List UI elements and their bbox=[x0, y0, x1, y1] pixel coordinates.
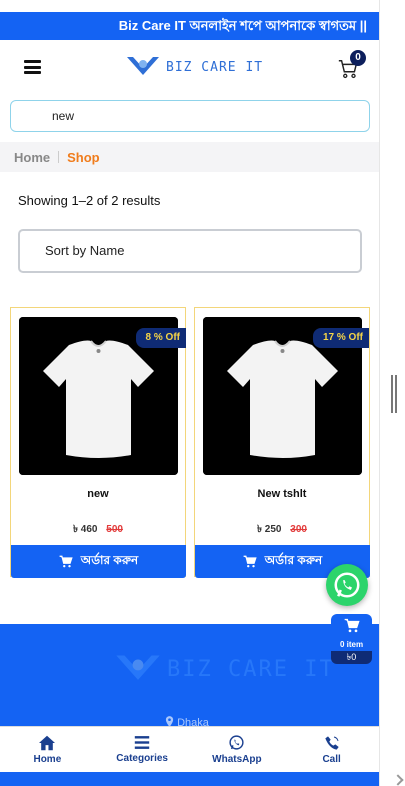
footer: BIZ CARE IT Dhaka bbox=[0, 624, 379, 734]
sort-select[interactable]: Sort by Name bbox=[18, 229, 362, 273]
menu-icon[interactable] bbox=[24, 60, 41, 74]
home-icon bbox=[39, 735, 56, 750]
discount-badge: 17 % Off bbox=[312, 328, 369, 348]
whatsapp-float-button[interactable] bbox=[326, 564, 368, 606]
viewport-divider bbox=[379, 0, 380, 786]
floating-cart-button[interactable]: 0 item ৳0 bbox=[331, 614, 372, 664]
cart-icon bbox=[344, 618, 360, 633]
welcome-marquee: Biz Care IT অনলাইন শপে আপনাকে স্বাগতম || bbox=[0, 12, 379, 40]
whatsapp-icon bbox=[229, 735, 244, 750]
product-price: ৳ 250 300 bbox=[195, 522, 369, 539]
product-name[interactable]: new bbox=[11, 488, 185, 500]
order-button[interactable]: অর্ডার করুন bbox=[11, 545, 186, 578]
nav-call-label: Call bbox=[322, 753, 341, 765]
nav-home-label: Home bbox=[33, 753, 62, 765]
logo-mark-icon bbox=[127, 57, 159, 75]
mini-cart-items: 0 item bbox=[339, 640, 364, 649]
nav-home[interactable]: Home bbox=[0, 727, 95, 772]
results-count: Showing 1–2 of 2 results bbox=[18, 193, 161, 208]
current-price: ৳ 250 bbox=[257, 524, 282, 535]
footer-strip bbox=[0, 772, 379, 786]
search-input[interactable] bbox=[10, 100, 370, 132]
logo[interactable]: BIZ CARE IT bbox=[126, 52, 263, 82]
page: Biz Care IT অনলাইন শপে আপনাকে স্বাগতম ||… bbox=[0, 0, 405, 786]
order-button-label: অর্ডার করুন bbox=[264, 552, 323, 567]
breadcrumb-separator bbox=[58, 151, 60, 163]
logo-text: BIZ CARE IT bbox=[166, 59, 264, 75]
logo-mark-icon bbox=[116, 655, 160, 680]
order-button-label: অর্ডার করুন bbox=[80, 552, 139, 567]
discount-badge: 8 % Off bbox=[135, 328, 186, 348]
nav-categories[interactable]: Categories bbox=[95, 727, 190, 772]
old-price: 500 bbox=[106, 524, 123, 535]
nav-call[interactable]: Call bbox=[284, 727, 379, 772]
product-card[interactable]: 17 % Off New tshlt ৳ 250 300 অর্ডার করুন bbox=[194, 307, 370, 578]
current-price: ৳ 460 bbox=[73, 524, 98, 535]
breadcrumb-current: Shop bbox=[67, 149, 100, 165]
product-price: ৳ 460 500 bbox=[11, 522, 185, 539]
breadcrumb-home[interactable]: Home bbox=[14, 150, 50, 165]
product-name[interactable]: New tshlt bbox=[195, 488, 369, 500]
breadcrumb: Home Shop bbox=[0, 142, 379, 172]
list-icon bbox=[134, 736, 150, 749]
whatsapp-icon bbox=[334, 572, 360, 598]
phone-icon bbox=[324, 735, 339, 750]
cart-count-badge: 0 bbox=[350, 50, 366, 66]
cart-icon bbox=[243, 555, 257, 568]
mini-cart-total: ৳0 bbox=[331, 651, 372, 664]
cart-icon bbox=[59, 555, 73, 568]
header: BIZ CARE IT 0 bbox=[0, 40, 379, 96]
old-price: 300 bbox=[290, 524, 307, 535]
footer-logo-text: BIZ CARE IT bbox=[167, 656, 335, 682]
nav-categories-label: Categories bbox=[116, 753, 168, 764]
product-card[interactable]: 8 % Off new ৳ 460 500 অর্ডার করুন bbox=[10, 307, 186, 578]
nav-whatsapp-label: WhatsApp bbox=[212, 754, 262, 765]
resize-corner-icon[interactable] bbox=[392, 774, 404, 786]
bottom-nav: Home Categories WhatsApp Call bbox=[0, 726, 379, 772]
resize-handle[interactable] bbox=[391, 375, 397, 413]
footer-logo: BIZ CARE IT bbox=[115, 652, 335, 686]
nav-whatsapp[interactable]: WhatsApp bbox=[190, 727, 285, 772]
